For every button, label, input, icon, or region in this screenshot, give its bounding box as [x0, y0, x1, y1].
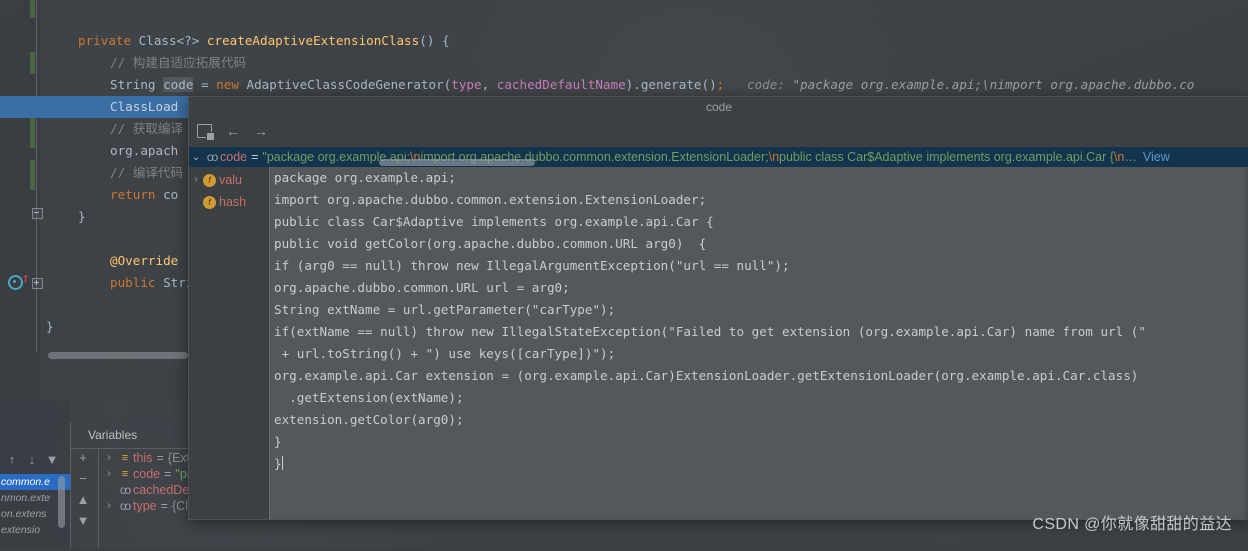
generated-code-line: .getExtension(extName);: [274, 390, 464, 405]
variables-sidebar-toolbar: + − ▲ ▼: [70, 448, 96, 551]
view-link[interactable]: View: [1143, 150, 1170, 164]
popup-equals: =: [251, 150, 259, 164]
text-caret: [281, 456, 283, 470]
back-arrow-icon[interactable]: ←: [226, 124, 240, 138]
generated-code-line-last: }: [269, 453, 1248, 475]
frame-up-icon[interactable]: ↑: [4, 451, 20, 467]
popup-sub-name: valu: [219, 173, 242, 187]
variable-name: type: [133, 499, 157, 513]
frames-scrollbar[interactable]: [58, 476, 65, 528]
popup-value-row[interactable]: ⌄ oo code = "package org.example.api; \n i…: [189, 147, 1248, 167]
forward-arrow-icon[interactable]: →: [254, 124, 268, 138]
code-line: org.apach: [110, 143, 179, 158]
copy-icon[interactable]: [197, 124, 215, 141]
variable-equals: =: [164, 467, 172, 481]
expand-twisty-icon[interactable]: ›: [189, 169, 203, 191]
code-line: }: [46, 319, 54, 334]
generated-code-line: public void getColor(org.apache.dubbo.co…: [274, 236, 707, 251]
variable-field-icon: oo: [119, 483, 131, 497]
code-line: // 构建自适应拓展代码: [110, 55, 247, 70]
generated-code-line: org.apache.dubbo.common.URL url = arg0;: [274, 280, 570, 295]
variable-name: code: [133, 467, 161, 481]
generated-code-line: + url.toString() + ") use keys([carType]…: [274, 346, 616, 361]
frames-toolbar: ↑ ↓ ▼: [0, 445, 74, 473]
popup-variable-name: code: [220, 150, 248, 164]
expand-twisty-icon[interactable]: ›: [102, 450, 116, 466]
escape-sequence: \n: [1113, 150, 1125, 164]
code-view-left-border: [269, 167, 270, 519]
popup-toolbar: ← →: [189, 119, 1248, 143]
add-watch-icon[interactable]: +: [79, 451, 87, 464]
code-line: }: [78, 209, 86, 224]
move-up-icon[interactable]: ▲: [77, 493, 90, 506]
expand-twisty-icon[interactable]: ›: [102, 498, 116, 514]
generated-code-view[interactable]: package org.example.api; import org.apac…: [269, 167, 1248, 519]
frame-filter-icon[interactable]: ▼: [44, 451, 60, 467]
field-icon: f: [203, 195, 216, 209]
code-line: String code = new AdaptiveClassCodeGener…: [110, 77, 1195, 92]
code-fold-line: [36, 0, 37, 352]
code-line: @Override: [110, 253, 179, 268]
generated-code-text: }: [274, 456, 282, 471]
code-line: // 编译代码: [110, 165, 184, 180]
popup-value-part: public class Car$Adaptive implements org…: [779, 150, 1114, 164]
popup-horizontal-scrollbar[interactable]: [379, 159, 535, 166]
generated-code-line: import org.apache.dubbo.common.extension…: [274, 192, 707, 207]
vcs-change-marker: [30, 160, 35, 190]
editor-gutter[interactable]: ↑: [0, 0, 43, 400]
code-line: return co: [110, 187, 179, 202]
code-line: private Class<?> createAdaptiveExtension…: [78, 33, 450, 48]
pane-divider-vertical: [98, 448, 99, 548]
field-icon: f: [203, 173, 216, 187]
vcs-change-marker: [30, 118, 35, 148]
code-line: // 获取编译: [110, 121, 184, 136]
variable-object-icon: ≡: [121, 468, 128, 480]
collapse-twisty-icon[interactable]: ⌄: [189, 152, 203, 163]
remove-watch-icon[interactable]: −: [79, 472, 87, 485]
code-line-current: ClassLoad: [110, 99, 179, 114]
generated-code-line: String extName = url.getParameter("carTy…: [274, 302, 616, 317]
generated-code-line: }: [274, 434, 282, 449]
generated-code-line: if(extName == null) throw new IllegalSta…: [274, 324, 1146, 339]
generated-code-line: public class Car$Adaptive implements org…: [274, 214, 714, 229]
variable-field-icon: oo: [119, 499, 131, 513]
variable-equals: =: [160, 499, 168, 513]
frame-down-icon[interactable]: ↓: [24, 451, 40, 467]
variable-equals: =: [156, 451, 164, 465]
generated-code-line: org.example.api.Car extension = (org.exa…: [274, 368, 1139, 383]
popup-value-ellipsis: …: [1124, 150, 1137, 164]
popup-sub-name: hash: [219, 195, 247, 209]
move-down-icon[interactable]: ▼: [77, 514, 90, 527]
frames-pane: ↑ ↓ ▼ common.e nmon.exte on.extens exten…: [0, 400, 70, 548]
vcs-change-marker: [30, 52, 35, 74]
generated-code-line: package org.example.api;: [274, 170, 456, 185]
generated-code-line: if (arg0 == null) throw new IllegalArgum…: [274, 258, 790, 273]
escape-sequence: \n: [768, 150, 780, 164]
expand-twisty-icon[interactable]: ›: [102, 466, 116, 482]
editor-horizontal-scrollbar[interactable]: [48, 352, 188, 359]
popup-title: code: [705, 100, 733, 114]
watermark: CSDN @你就像甜甜的益达: [1032, 516, 1232, 533]
code-view-right-shadow: [1243, 167, 1248, 519]
generated-code-line: extension.getColor(arg0);: [274, 412, 464, 427]
variable-object-icon: ≡: [121, 452, 128, 464]
value-inspector-popup[interactable]: code ← → ⌄ oo code = "package org.exampl…: [188, 96, 1248, 520]
variable-name: this: [133, 451, 153, 465]
variable-field-icon: oo: [206, 150, 218, 164]
vcs-change-marker: [30, 0, 35, 18]
